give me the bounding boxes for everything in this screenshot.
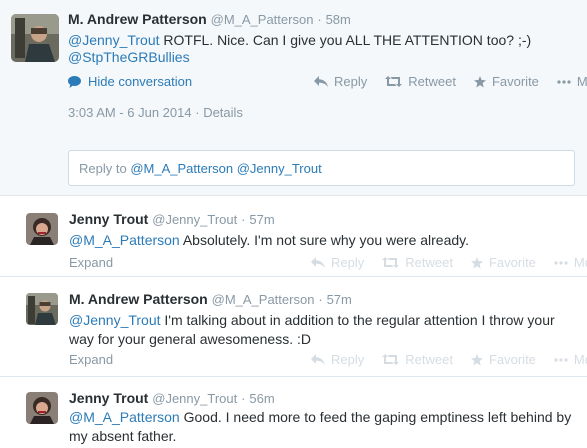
mention-link[interactable]: @M_A_Patterson bbox=[69, 232, 180, 248]
author-name[interactable]: Jenny Trout bbox=[69, 390, 148, 406]
author-name[interactable]: Jenny Trout bbox=[69, 211, 148, 227]
reply-button[interactable]: Reply bbox=[311, 352, 364, 367]
ellipsis-icon bbox=[557, 79, 577, 84]
speech-bubble-icon bbox=[68, 75, 81, 88]
retweet-button[interactable]: Retweet bbox=[385, 74, 456, 89]
star-icon bbox=[470, 353, 489, 366]
list-item[interactable]: Jenny Trout @Jenny_Trout · 56m @M_A_Patt… bbox=[0, 378, 587, 448]
tweet-time[interactable]: 56m bbox=[249, 391, 274, 406]
tweet-actions: Reply Retweet Favorite More bbox=[296, 74, 587, 89]
author-name[interactable]: M. Andrew Patterson bbox=[69, 291, 208, 307]
favorite-button[interactable]: Favorite bbox=[470, 255, 536, 270]
retweet-icon bbox=[382, 257, 405, 268]
retweet-icon bbox=[385, 76, 408, 87]
star-icon bbox=[473, 75, 492, 88]
list-item[interactable]: M. Andrew Patterson @M_A_Patterson · 57m… bbox=[0, 278, 587, 377]
ellipsis-icon bbox=[554, 357, 574, 362]
avatar[interactable] bbox=[11, 14, 59, 62]
favorite-button[interactable]: Favorite bbox=[473, 74, 539, 89]
tweet-text: @Jenny_Trout I'm talking about in additi… bbox=[69, 312, 555, 347]
mention-link[interactable]: @Jenny_Trout bbox=[68, 32, 160, 48]
reply-icon bbox=[311, 354, 331, 365]
author-handle[interactable]: @Jenny_Trout bbox=[152, 212, 237, 227]
retweet-button[interactable]: Retweet bbox=[382, 255, 453, 270]
author-name[interactable]: M. Andrew Patterson bbox=[68, 11, 207, 27]
tweet-text: @M_A_Patterson Good. I need more to feed… bbox=[69, 409, 572, 444]
hide-conversation-button[interactable]: Hide conversation bbox=[68, 74, 192, 89]
reply-input[interactable]: Reply to @M_A_Patterson @Jenny_Trout bbox=[68, 150, 575, 186]
more-button[interactable]: More bbox=[557, 74, 587, 89]
tweet-time[interactable]: 58m bbox=[326, 12, 351, 27]
retweet-icon bbox=[382, 354, 405, 365]
more-button[interactable]: More bbox=[554, 255, 587, 270]
mention-link[interactable]: @M_A_Patterson bbox=[69, 409, 180, 425]
expand-link[interactable]: Expand bbox=[69, 352, 113, 367]
favorite-button[interactable]: Favorite bbox=[470, 352, 536, 367]
tweet-time[interactable]: 57m bbox=[249, 212, 274, 227]
tweet-time[interactable]: 57m bbox=[327, 292, 352, 307]
mention-link[interactable]: @Jenny_Trout bbox=[69, 312, 161, 328]
tweet-timestamp[interactable]: 3:03 AM - 6 Jun 2014 bbox=[68, 105, 192, 120]
more-button[interactable]: More bbox=[554, 352, 587, 367]
tweet-actions: Reply Retweet Favorite More bbox=[293, 255, 587, 270]
list-item[interactable]: Jenny Trout @Jenny_Trout · 57m @M_A_Patt… bbox=[0, 197, 587, 277]
avatar[interactable] bbox=[26, 293, 58, 325]
reply-icon bbox=[314, 76, 334, 87]
reply-button[interactable]: Reply bbox=[314, 74, 367, 89]
tweet-text: @M_A_Patterson Absolutely. I'm not sure … bbox=[69, 232, 470, 248]
tweet-actions: Reply Retweet Favorite More bbox=[293, 352, 587, 367]
mention-link[interactable]: @StpTheGRBullies bbox=[68, 49, 190, 65]
author-handle[interactable]: @Jenny_Trout bbox=[152, 391, 237, 406]
author-handle[interactable]: @M_A_Patterson bbox=[212, 292, 315, 307]
retweet-button[interactable]: Retweet bbox=[382, 352, 453, 367]
details-link[interactable]: Details bbox=[203, 105, 243, 120]
star-icon bbox=[470, 256, 489, 269]
avatar[interactable] bbox=[26, 213, 58, 245]
ellipsis-icon bbox=[554, 260, 574, 265]
reply-button[interactable]: Reply bbox=[311, 255, 364, 270]
author-handle[interactable]: @M_A_Patterson bbox=[211, 12, 314, 27]
expand-link[interactable]: Expand bbox=[69, 255, 113, 270]
reply-icon bbox=[311, 257, 331, 268]
expanded-tweet: M. Andrew Patterson @M_A_Patterson · 58m… bbox=[0, 0, 587, 196]
avatar[interactable] bbox=[26, 392, 58, 424]
